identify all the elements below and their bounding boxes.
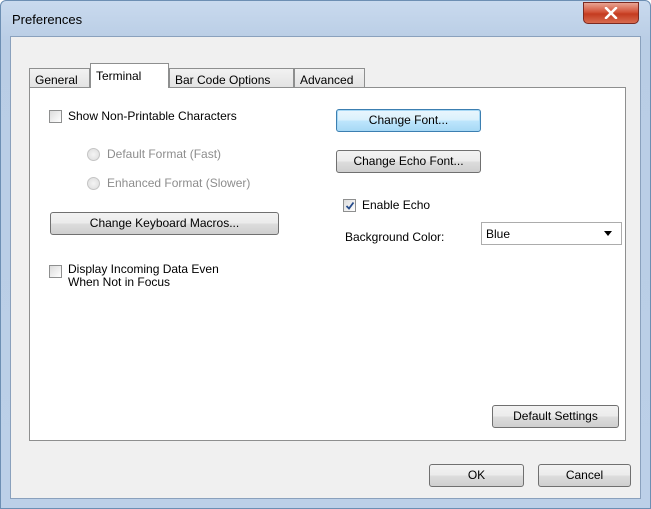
default-format-label: Default Format (Fast) <box>107 147 222 161</box>
change-echo-font-button[interactable]: Change Echo Font... <box>336 150 481 173</box>
tab-advanced[interactable]: Advanced <box>294 68 365 87</box>
dialog-body: General Terminal Bar Code Options Advanc… <box>10 36 641 499</box>
enable-echo-label[interactable]: Enable Echo <box>362 198 430 212</box>
change-keyboard-macros-button[interactable]: Change Keyboard Macros... <box>50 212 279 235</box>
tab-bar-code-options[interactable]: Bar Code Options <box>169 68 294 87</box>
show-nonprintable-label[interactable]: Show Non-Printable Characters <box>68 109 237 123</box>
title-bar[interactable]: Preferences <box>1 1 650 37</box>
tab-general[interactable]: General <box>29 68 90 87</box>
background-color-label: Background Color: <box>345 230 445 244</box>
preferences-window: Preferences General Terminal Bar Code Op… <box>0 0 651 509</box>
checkmark-icon <box>345 201 355 210</box>
chevron-down-icon <box>604 231 612 236</box>
background-color-select[interactable]: Blue <box>481 222 622 245</box>
default-settings-button[interactable]: Default Settings <box>492 405 619 428</box>
display-incoming-label-line2[interactable]: When Not in Focus <box>68 275 170 289</box>
default-format-radio[interactable] <box>87 148 100 161</box>
enhanced-format-radio[interactable] <box>87 177 100 190</box>
display-incoming-checkbox[interactable] <box>49 265 62 278</box>
show-nonprintable-checkbox[interactable] <box>49 110 62 123</box>
terminal-tab-panel: Show Non-Printable Characters Default Fo… <box>29 87 626 441</box>
enhanced-format-label: Enhanced Format (Slower) <box>107 176 251 190</box>
enable-echo-checkbox[interactable] <box>343 199 356 212</box>
tab-terminal[interactable]: Terminal <box>90 63 169 88</box>
window-title: Preferences <box>12 12 83 27</box>
cancel-button[interactable]: Cancel <box>538 464 631 487</box>
change-font-button[interactable]: Change Font... <box>336 109 481 132</box>
close-button[interactable] <box>583 2 639 24</box>
ok-button[interactable]: OK <box>429 464 524 487</box>
close-icon <box>604 7 618 19</box>
display-incoming-label-line1[interactable]: Display Incoming Data Even <box>68 262 219 276</box>
background-color-value: Blue <box>486 227 511 241</box>
